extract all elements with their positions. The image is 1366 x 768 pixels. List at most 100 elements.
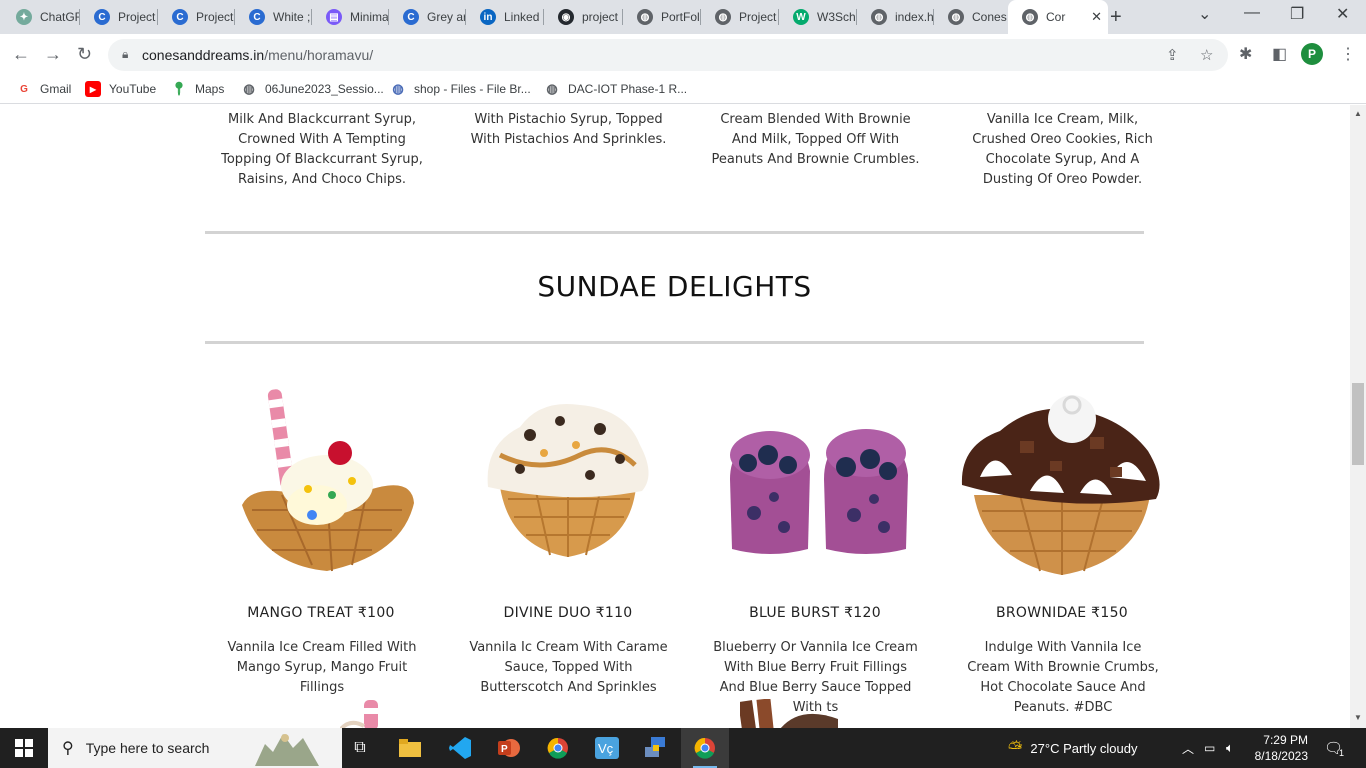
browser-tab[interactable]: ◍ index.h — [857, 4, 934, 30]
weather-widget[interactable]: ⛅︎ 27°C Partly cloudy — [1008, 728, 1138, 768]
product-description: Milk And Blackcurrant Syrup, Crowned Wit… — [221, 112, 423, 187]
tab-label: PortFol — [661, 10, 700, 24]
browser-toolbar: ← → ↻ 🔒︎ conesanddreams.in/menu/horamavu… — [0, 34, 1366, 76]
bookmark-session[interactable]: ◍ 06June2023_Sessio... — [241, 81, 383, 97]
tab-favicon-icon: C — [172, 9, 188, 25]
start-button[interactable] — [0, 728, 48, 768]
bookmark-label: DAC-IOT Phase-1 R... — [568, 82, 688, 96]
tab-label: Grey ar — [427, 10, 466, 24]
extensions-icon[interactable]: ✱ — [1239, 44, 1252, 64]
section-title: SUNDAE DELIGHTS — [537, 270, 812, 303]
browser-tab[interactable]: ◉ project — [544, 4, 623, 30]
browser-tab[interactable]: in Linked — [466, 4, 544, 30]
next-product-image[interactable] — [340, 700, 390, 728]
brownidae-image[interactable] — [960, 385, 1164, 577]
blue-burst-image[interactable] — [724, 423, 914, 559]
page-content: Milk And Blackcurrant Syrup, Crowned Wit… — [0, 105, 1350, 728]
next-product-image[interactable] — [740, 699, 840, 728]
menu-icon[interactable]: ⋮ — [1340, 44, 1356, 64]
bookmark-maps[interactable]: 📍︎ Maps — [171, 81, 225, 97]
tab-favicon-icon: ✦ — [16, 9, 32, 25]
new-tab-button[interactable]: + — [1110, 6, 1122, 29]
close-tab-icon[interactable]: ✕ — [1091, 9, 1102, 25]
browser-tab[interactable]: ◍ Project — [701, 4, 779, 30]
product-description: Vanilla Ice Cream, Milk, Crushed Oreo Co… — [972, 112, 1153, 187]
chrome-icon[interactable] — [534, 728, 582, 768]
page-scrollbar[interactable]: ▲ ▼ — [1350, 105, 1366, 728]
tab-search-icon[interactable]: ⌄ — [1198, 4, 1211, 24]
browser-tab[interactable]: ✦ ChatGF — [2, 4, 80, 30]
bookmark-label: Gmail — [40, 82, 72, 96]
notification-count: 1 — [1339, 748, 1345, 758]
browser-tab[interactable]: C Grey ar — [389, 4, 466, 30]
bookmarks-bar: G Gmail ▶ YouTube 📍︎ Maps ◍ 06June2023_Sessi… — [0, 76, 1366, 104]
search-placeholder: Type here to search — [85, 740, 210, 756]
gmail-icon: G — [20, 83, 28, 95]
notifications-icon[interactable]: 🗨︎ 1 — [1324, 728, 1344, 768]
partly-cloudy-icon: ⛅︎ — [1008, 737, 1023, 758]
vc-app-icon[interactable]: Vç — [583, 728, 631, 768]
task-view-icon[interactable]: ⧉ — [336, 728, 384, 768]
scroll-up-arrow[interactable]: ▲ — [1354, 109, 1362, 118]
browser-tab[interactable]: C Project — [80, 4, 158, 30]
svg-text:P: P — [501, 744, 508, 755]
scroll-down-arrow[interactable]: ▼ — [1354, 713, 1362, 722]
reload-icon[interactable]: ↻ — [77, 44, 92, 65]
browser-tab[interactable]: ▤ Minima — [312, 4, 389, 30]
browser-tab[interactable]: W W3Sch — [779, 4, 857, 30]
close-window-icon[interactable]: ✕ — [1336, 4, 1349, 24]
tab-label: W3Sch — [817, 10, 856, 24]
lock-icon[interactable]: 🔒︎ — [122, 47, 128, 62]
show-hidden-icons[interactable]: ︿ — [1182, 728, 1194, 768]
url-path: /menu/horamavu/ — [264, 47, 374, 63]
restore-icon[interactable]: ❐ — [1290, 4, 1304, 24]
bookmark-star-icon[interactable]: ☆ — [1200, 46, 1213, 64]
scroll-thumb[interactable] — [1352, 383, 1364, 465]
bookmark-gmail[interactable]: G Gmail — [16, 81, 71, 97]
profile-avatar[interactable]: P — [1301, 43, 1323, 65]
vscode-icon[interactable] — [436, 728, 484, 768]
tab-favicon-icon: in — [480, 9, 496, 25]
bookmark-shop[interactable]: ◍ shop - Files - File Br... — [390, 81, 530, 97]
divider — [205, 231, 1144, 234]
minimize-icon[interactable]: — — [1244, 4, 1260, 22]
product-name: DIVINE DUO ₹110 — [503, 605, 633, 621]
tab-favicon-icon: W — [793, 9, 809, 25]
tab-label: Project — [118, 10, 156, 24]
tab-favicon-icon: ◍ — [1022, 9, 1038, 25]
product-description: Vannila Ic Cream With Carame Sauce, Topp… — [469, 640, 668, 695]
forward-icon[interactable]: → — [44, 44, 62, 65]
browser-tab[interactable]: C White ; — [235, 4, 312, 30]
clock[interactable]: 7:29 PM 8/18/2023 — [1250, 728, 1308, 768]
browser-tab[interactable]: C Project — [158, 4, 235, 30]
svg-text:Vç: Vç — [598, 741, 614, 756]
globe-icon: ◍ — [392, 81, 404, 96]
globe-icon: ◍ — [546, 81, 558, 96]
browser-tab[interactable]: ◍ PortFol — [623, 4, 701, 30]
tab-label: Linked — [504, 10, 540, 24]
browser-tab[interactable]: ◍ Cones — [934, 4, 1008, 30]
back-icon[interactable]: ← — [12, 44, 30, 65]
tab-label: White ; — [273, 10, 311, 24]
address-bar[interactable]: 🔒︎ conesanddreams.in/menu/horamavu/ ⇪ ☆ — [108, 39, 1228, 71]
bookmark-dac-iot[interactable]: ◍ DAC-IOT Phase-1 R... — [544, 81, 687, 97]
file-explorer-icon[interactable] — [386, 728, 434, 768]
powerpoint-icon[interactable]: P — [485, 728, 533, 768]
windows-taskbar: ⚲ Type here to search ⧉ P Vç ⛅︎ 27°C Par… — [0, 728, 1366, 768]
tab-label: project — [582, 10, 619, 24]
bookmark-youtube[interactable]: ▶ YouTube — [85, 81, 156, 97]
volume-icon[interactable]: 🔈︎ — [1226, 728, 1234, 768]
tab-label: Project — [196, 10, 234, 24]
network-app-icon[interactable] — [632, 728, 680, 768]
taskbar-search-box[interactable]: ⚲ Type here to search — [48, 728, 342, 768]
network-icon[interactable]: ▭ — [1204, 728, 1215, 768]
share-icon[interactable]: ⇪ — [1166, 46, 1179, 64]
mango-treat-image[interactable] — [232, 385, 422, 577]
side-panel-icon[interactable]: ◧ — [1272, 44, 1287, 64]
tab-label: Project — [739, 10, 777, 24]
divine-duo-image[interactable] — [480, 395, 656, 560]
tab-label: ChatGF — [40, 10, 80, 24]
chrome-active-icon[interactable] — [681, 728, 729, 768]
browser-tab[interactable]: ◍ Cor ✕ — [1008, 0, 1108, 34]
tab-favicon-icon: C — [94, 9, 110, 25]
